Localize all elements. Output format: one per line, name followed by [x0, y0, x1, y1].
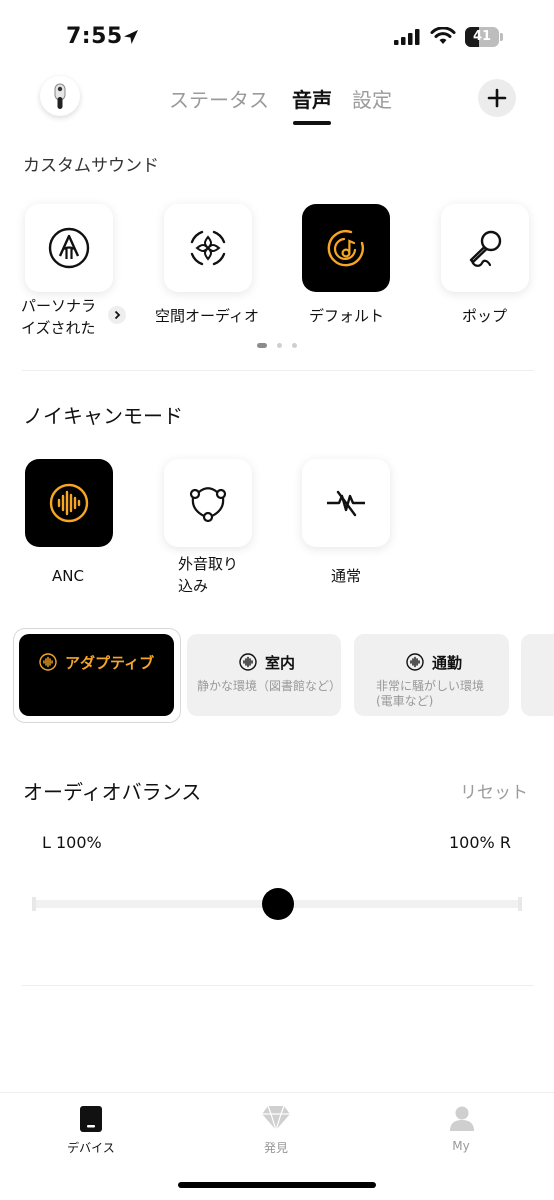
device-icon	[80, 1106, 102, 1132]
sound-personalized-label-line1: パーソナラ	[21, 297, 97, 315]
home-indicator	[178, 1182, 376, 1188]
personalize-icon	[48, 227, 90, 269]
battery-level: 41	[472, 29, 492, 44]
waveform-icon	[239, 653, 257, 671]
mode-off-label: 通常	[331, 567, 362, 585]
top-tabs: ステータス 音声 設定	[0, 84, 554, 128]
sound-pop-label: ポップ	[462, 307, 508, 325]
nav-device-label: デバイス	[67, 1141, 115, 1155]
section-divider	[22, 370, 534, 371]
tab-sound[interactable]: 音声	[292, 84, 332, 113]
noise-off-icon	[327, 490, 365, 517]
mode-anc-tile[interactable]	[25, 459, 113, 547]
section-divider	[22, 985, 534, 986]
location-arrow-icon	[124, 30, 138, 44]
anc-option-commute-subtitle-line1: 非常に騒がしい環境	[376, 679, 485, 693]
mode-transparency-label-line1: 外音取り	[178, 555, 239, 573]
anc-option-next-partial[interactable]	[521, 634, 554, 716]
cellular-signal-icon	[394, 29, 420, 45]
status-time: 7:55	[66, 24, 123, 49]
tab-status[interactable]: ステータス	[169, 84, 269, 113]
status-bar: 7:55 41	[0, 0, 554, 70]
sound-pop-tile[interactable]	[441, 204, 529, 292]
discover-diamond-icon	[262, 1105, 290, 1131]
active-tab-indicator	[293, 121, 331, 125]
nav-discover-label: 発見	[263, 1141, 288, 1155]
microphone-icon	[469, 230, 502, 267]
anc-waveform-icon	[49, 483, 89, 523]
tab-settings[interactable]: 設定	[352, 84, 392, 113]
mode-off-tile[interactable]	[302, 459, 390, 547]
battery-indicator: 41	[465, 27, 503, 47]
sound-spatial-audio-label: 空間オーディオ	[155, 307, 259, 325]
mode-anc-label: ANC	[52, 567, 84, 585]
sound-personalized-label-line2: イズされた	[21, 319, 96, 337]
audio-balance-title: オーディオバランス	[23, 780, 202, 804]
nav-my-label: My	[452, 1139, 470, 1153]
noise-cancel-title: ノイキャンモード	[23, 404, 183, 428]
anc-option-adaptive[interactable]: アダプティブ	[19, 634, 174, 716]
anc-option-commute[interactable]: 通勤 非常に騒がしい環境 (電車など)	[354, 634, 509, 716]
balance-slider-thumb[interactable]	[261, 888, 294, 920]
reset-button[interactable]: リセット	[460, 778, 528, 803]
anc-option-adaptive-title: アダプティブ	[65, 654, 155, 672]
mode-transparency-tile[interactable]	[164, 459, 252, 547]
sound-default-label: デフォルト	[309, 307, 385, 325]
sound-default-tile[interactable]	[302, 204, 390, 292]
nav-device[interactable]: デバイス	[41, 1093, 141, 1173]
wifi-icon	[430, 27, 456, 44]
plus-icon	[487, 88, 507, 108]
anc-option-commute-title: 通勤	[432, 654, 463, 672]
waveform-icon	[406, 653, 424, 671]
nav-discover[interactable]: 発見	[226, 1093, 326, 1173]
page-dot-active	[257, 343, 267, 348]
mode-transparency-label-line2: 込み	[178, 577, 209, 595]
nav-my[interactable]: My	[411, 1093, 511, 1173]
sound-spatial-audio-tile[interactable]	[164, 204, 252, 292]
chevron-right-icon[interactable]	[108, 306, 126, 324]
profile-icon	[450, 1106, 474, 1131]
slider-right-cap	[518, 897, 522, 911]
transparency-icon	[189, 487, 227, 523]
anc-option-indoor-subtitle: 静かな環境（図書館など）	[197, 679, 342, 693]
custom-sound-title: カスタムサウンド	[23, 156, 159, 176]
anc-option-indoor-title: 室内	[265, 654, 296, 672]
anc-option-indoor[interactable]: 室内 静かな環境（図書館など）	[187, 634, 341, 716]
default-music-icon	[327, 230, 364, 267]
sound-personalized-tile[interactable]	[25, 204, 113, 292]
balance-right-label: 100% R	[449, 833, 511, 852]
page-dot	[277, 343, 282, 348]
slider-left-cap	[32, 897, 36, 911]
page-dot	[292, 343, 297, 348]
add-button[interactable]	[478, 79, 516, 117]
anc-option-commute-subtitle-line2: (電車など)	[376, 694, 434, 708]
balance-left-label: L 100%	[42, 833, 102, 852]
spatial-audio-icon	[190, 230, 226, 266]
waveform-icon	[39, 653, 57, 671]
